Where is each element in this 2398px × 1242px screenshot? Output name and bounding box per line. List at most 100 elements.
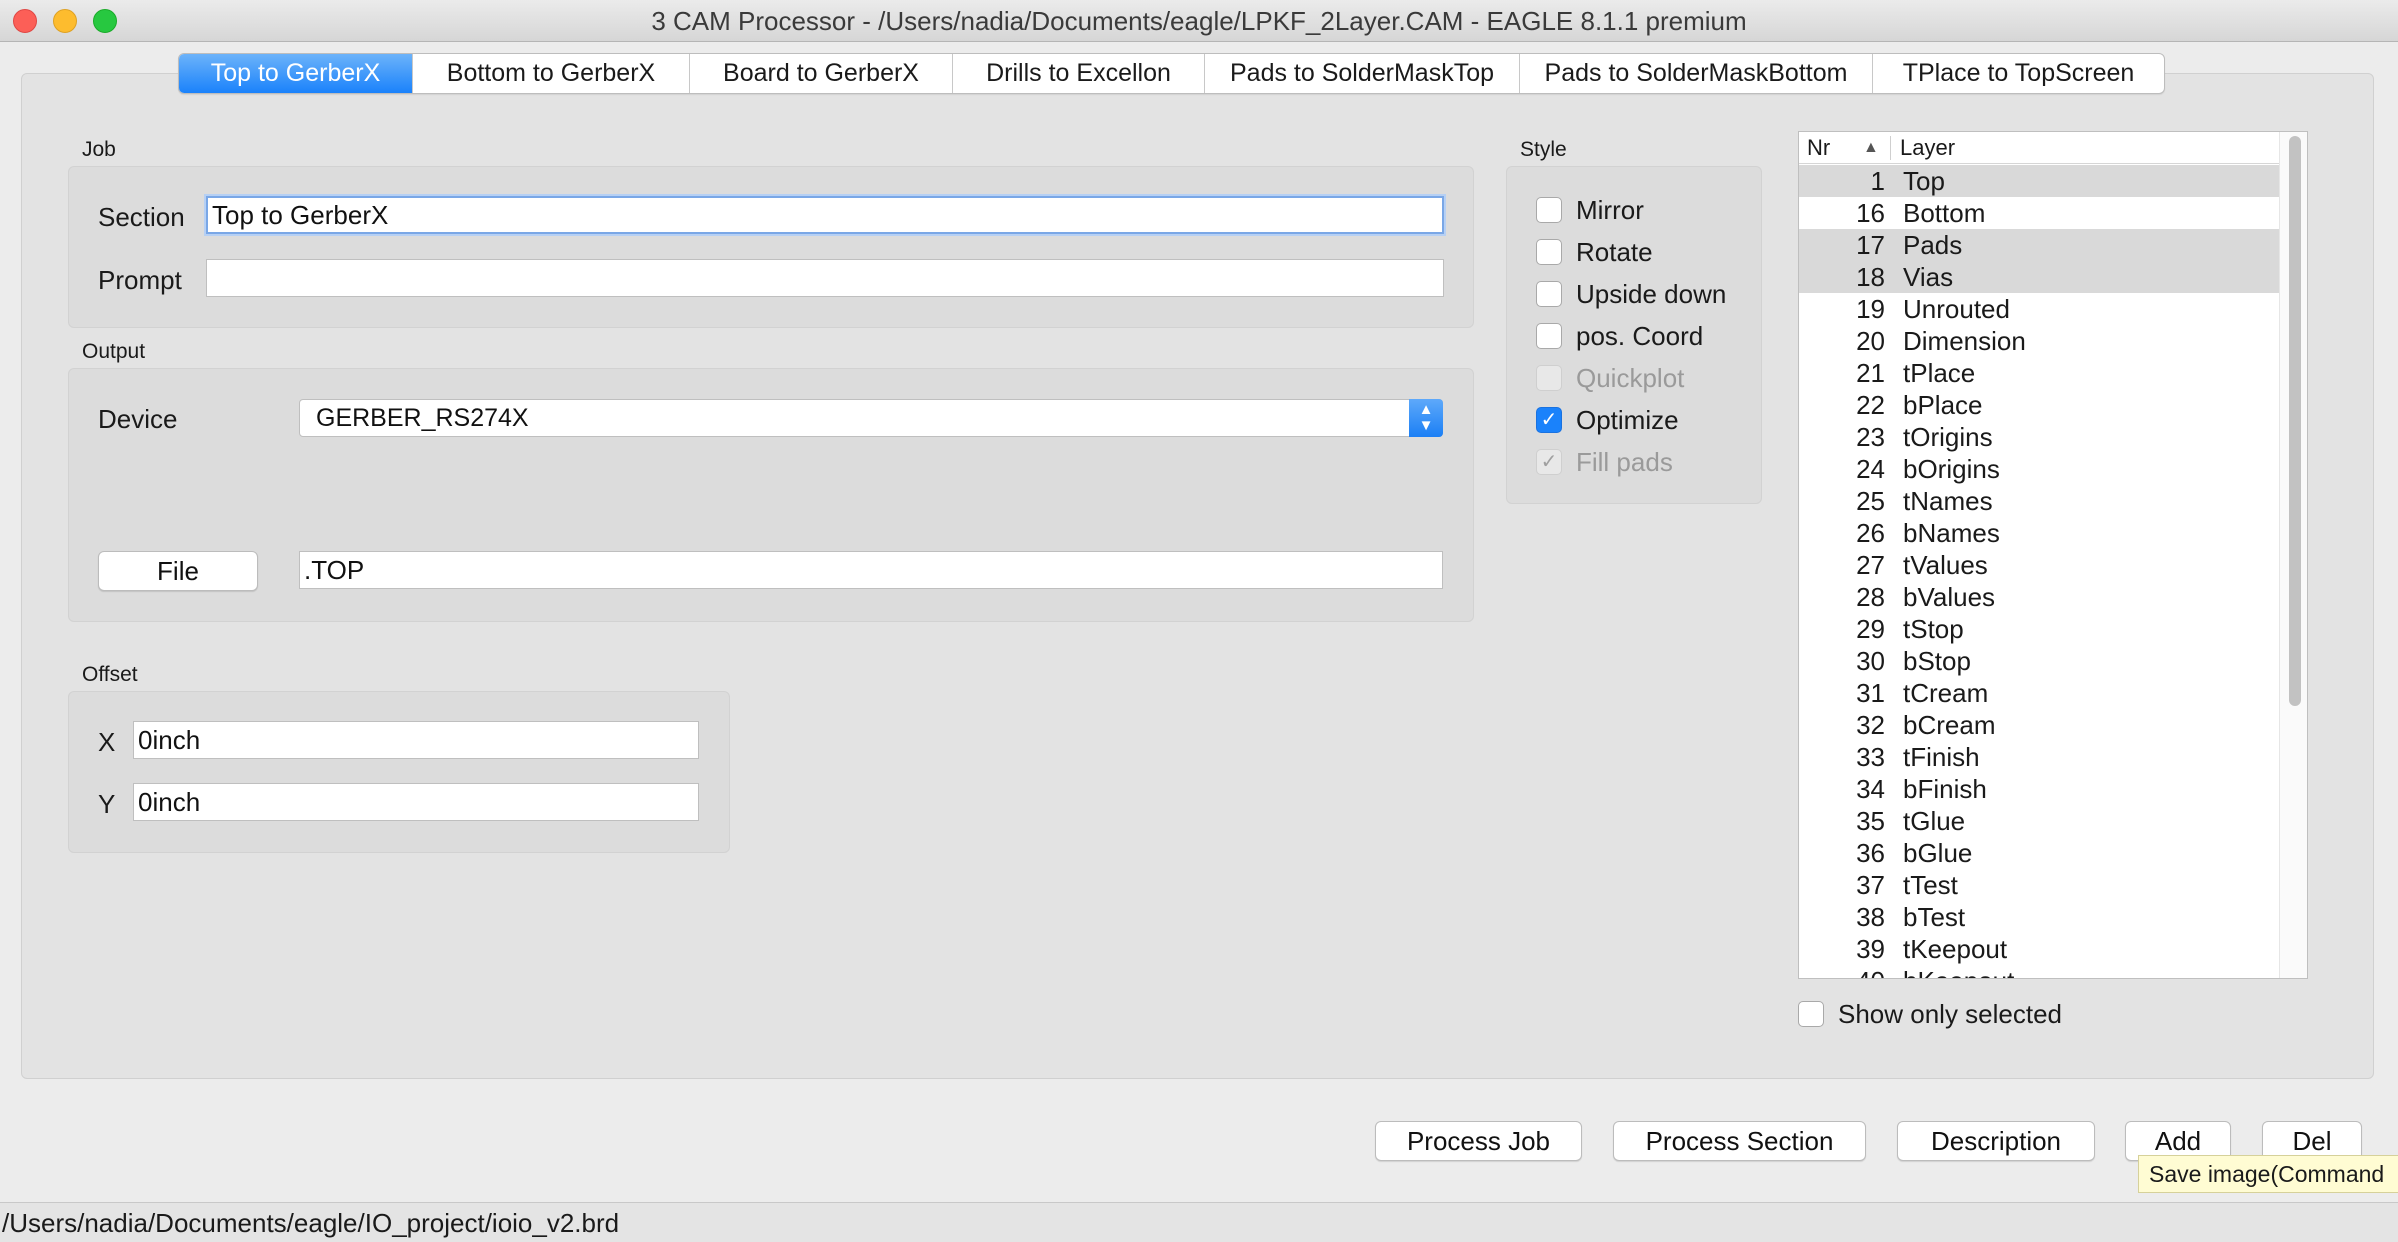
- layer-name: Top: [1903, 166, 1945, 196]
- layer-row[interactable]: 25 tNames: [1799, 485, 2279, 517]
- device-select[interactable]: GERBER_RS274X ▲ ▼: [299, 399, 1443, 437]
- style-group-label: Style: [1520, 138, 1567, 161]
- optimize-checkbox[interactable]: ✓: [1536, 407, 1562, 433]
- layer-row[interactable]: 1 Top: [1799, 165, 2279, 197]
- offset-y-input[interactable]: 0inch: [133, 783, 699, 821]
- description-button[interactable]: Description: [1897, 1121, 2095, 1161]
- process-section-button[interactable]: Process Section: [1613, 1121, 1866, 1161]
- process-job-button[interactable]: Process Job: [1375, 1121, 1582, 1161]
- layer-row[interactable]: 28 bValues: [1799, 581, 2279, 613]
- layer-number: 1: [1870, 166, 1885, 196]
- fill-pads-option: ✓ Fill pads: [1536, 447, 1673, 477]
- layer-row[interactable]: 16 Bottom: [1799, 197, 2279, 229]
- rotate-label: Rotate: [1576, 236, 1653, 267]
- tab-pads-to-soldermaskbottom[interactable]: Pads to SolderMaskBottom: [1520, 54, 1873, 93]
- layer-number: 24: [1856, 454, 1885, 484]
- layer-row[interactable]: 33 tFinish: [1799, 741, 2279, 773]
- tab-pads-to-soldermasktop[interactable]: Pads to SolderMaskTop: [1205, 54, 1520, 93]
- layer-name: tFinish: [1903, 742, 1980, 772]
- layer-number: 16: [1856, 198, 1885, 228]
- offset-x-input[interactable]: 0inch: [133, 721, 699, 759]
- device-select-value: GERBER_RS274X: [316, 404, 529, 432]
- layer-row[interactable]: 17 Pads: [1799, 229, 2279, 261]
- layer-name: bStop: [1903, 646, 1971, 676]
- layer-rows: 1 Top 16 Bottom 17 Pads 18 Vias 19 Unrouted 20 Dime…: [1799, 165, 2279, 978]
- file-input[interactable]: .TOP: [299, 551, 1443, 589]
- tab-board-to-gerberx[interactable]: Board to GerberX: [690, 54, 953, 93]
- rotate-option[interactable]: Rotate: [1536, 237, 1653, 267]
- layer-number: 26: [1856, 518, 1885, 548]
- layer-row[interactable]: 29 tStop: [1799, 613, 2279, 645]
- layer-name: bNames: [1903, 518, 2000, 548]
- layer-row[interactable]: 30 bStop: [1799, 645, 2279, 677]
- layer-row[interactable]: 38 bTest: [1799, 901, 2279, 933]
- prompt-label: Prompt: [98, 265, 182, 295]
- layer-row[interactable]: 24 bOrigins: [1799, 453, 2279, 485]
- layer-name: bGlue: [1903, 838, 1973, 868]
- mirror-checkbox[interactable]: [1536, 197, 1562, 223]
- pos-coord-option[interactable]: pos. Coord: [1536, 321, 1703, 351]
- tab-bottom-to-gerberx[interactable]: Bottom to GerberX: [413, 54, 690, 93]
- prompt-input[interactable]: [206, 259, 1444, 297]
- layer-row[interactable]: 39 tKeepout: [1799, 933, 2279, 965]
- chevron-updown-icon: ▲ ▼: [1409, 399, 1443, 437]
- layer-row[interactable]: 23 tOrigins: [1799, 421, 2279, 453]
- layer-row[interactable]: 31 tCream: [1799, 677, 2279, 709]
- show-only-selected-checkbox[interactable]: [1798, 1001, 1824, 1027]
- offset-group: [68, 691, 730, 853]
- layer-row[interactable]: 40 bKeepout: [1799, 965, 2279, 978]
- device-label: Device: [98, 404, 178, 434]
- rotate-checkbox[interactable]: [1536, 239, 1562, 265]
- layer-row[interactable]: 34 bFinish: [1799, 773, 2279, 805]
- layer-number: 22: [1856, 390, 1885, 420]
- fill-pads-checkbox: ✓: [1536, 449, 1562, 475]
- section-input[interactable]: Top to GerberX: [206, 196, 1444, 234]
- pos-coord-checkbox[interactable]: [1536, 323, 1562, 349]
- offset-x-label: X: [98, 727, 116, 757]
- layer-row[interactable]: 21 tPlace: [1799, 357, 2279, 389]
- layer-row[interactable]: 18 Vias: [1799, 261, 2279, 293]
- layer-row[interactable]: 37 tTest: [1799, 869, 2279, 901]
- column-header-layer[interactable]: Layer: [1900, 132, 1955, 164]
- layer-number: 17: [1856, 230, 1885, 260]
- layer-name: tKeepout: [1903, 934, 2008, 964]
- tab-tplace-to-topscreen[interactable]: TPlace to TopScreen: [1873, 54, 2164, 93]
- section-label: Section: [98, 202, 185, 232]
- layer-row[interactable]: 22 bPlace: [1799, 389, 2279, 421]
- layer-row[interactable]: 35 tGlue: [1799, 805, 2279, 837]
- layer-number: 29: [1856, 614, 1885, 644]
- layer-name: bValues: [1903, 582, 1996, 612]
- layer-row[interactable]: 36 bGlue: [1799, 837, 2279, 869]
- tab-top-to-gerberx[interactable]: Top to GerberX: [179, 54, 413, 93]
- scrollbar-thumb[interactable]: [2289, 136, 2301, 706]
- layer-number: 19: [1856, 294, 1885, 324]
- layer-row[interactable]: 27 tValues: [1799, 549, 2279, 581]
- job-tabs: Top to GerberX Bottom to GerberX Board t…: [178, 53, 2165, 94]
- layer-row[interactable]: 20 Dimension: [1799, 325, 2279, 357]
- mirror-label: Mirror: [1576, 194, 1644, 225]
- file-button[interactable]: File: [98, 551, 258, 591]
- layer-name: Vias: [1903, 262, 1954, 292]
- tab-drills-to-excellon[interactable]: Drills to Excellon: [953, 54, 1205, 93]
- layer-list-scrollbar[interactable]: [2279, 132, 2307, 978]
- layer-number: 27: [1856, 550, 1885, 580]
- show-only-selected-option[interactable]: Show only selected: [1798, 999, 2062, 1029]
- upside-down-option[interactable]: Upside down: [1536, 279, 1726, 309]
- quickplot-option: Quickplot: [1536, 363, 1684, 393]
- window-title: 3 CAM Processor - /Users/nadia/Documents…: [651, 6, 1747, 36]
- layer-row[interactable]: 26 bNames: [1799, 517, 2279, 549]
- column-header-nr[interactable]: Nr: [1807, 132, 1830, 164]
- layer-number: 23: [1856, 422, 1885, 452]
- layer-row[interactable]: 32 bCream: [1799, 709, 2279, 741]
- layer-number: 32: [1856, 710, 1885, 740]
- optimize-option[interactable]: ✓ Optimize: [1536, 405, 1679, 435]
- pos-coord-label: pos. Coord: [1576, 320, 1704, 351]
- upside-down-checkbox[interactable]: [1536, 281, 1562, 307]
- layer-number: 34: [1856, 774, 1885, 804]
- layer-name: bCream: [1903, 710, 1996, 740]
- layer-row[interactable]: 19 Unrouted: [1799, 293, 2279, 325]
- layer-list[interactable]: Nr ▲ Layer 1 Top 16 Bottom 17 Pads 18 Vias 19 Unr…: [1798, 131, 2308, 979]
- mirror-option[interactable]: Mirror: [1536, 195, 1644, 225]
- layer-number: 39: [1856, 934, 1885, 964]
- title-bar: 3 CAM Processor - /Users/nadia/Documents…: [0, 0, 2398, 42]
